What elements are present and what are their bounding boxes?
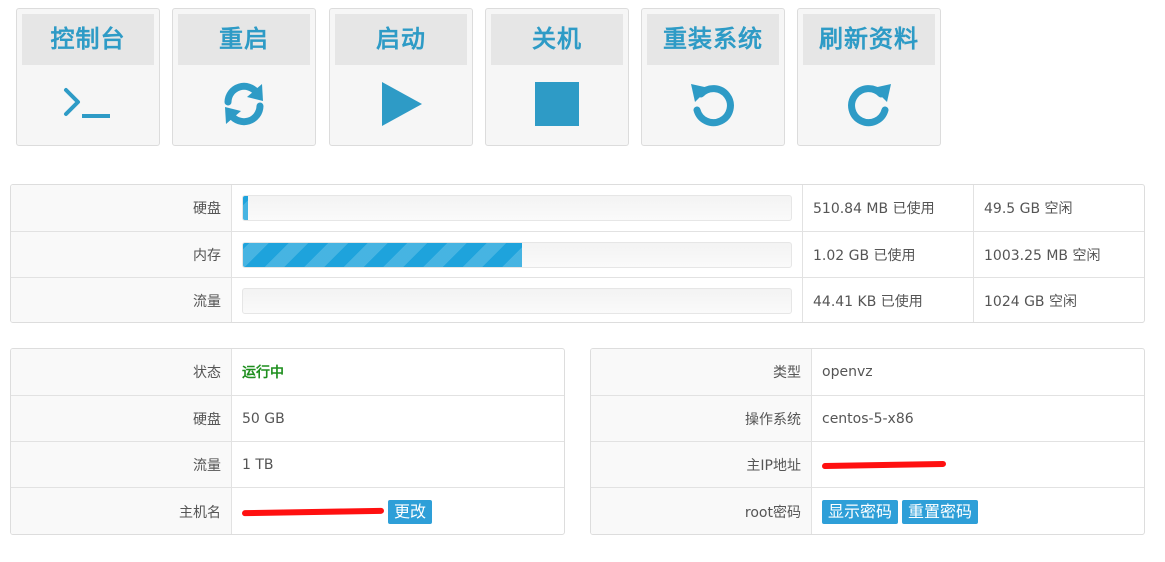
usage-bar-cell bbox=[232, 278, 803, 322]
usage-row-memory: 内存 1.02 GB 已使用 1003.25 MB 空闲 bbox=[11, 231, 1144, 277]
reinstall-button[interactable]: 重装系统 bbox=[641, 8, 785, 146]
usage-used: 510.84 MB 已使用 bbox=[803, 185, 974, 231]
usage-bar-cell bbox=[232, 185, 803, 231]
usage-row-traffic: 流量 44.41 KB 已使用 1024 GB 空闲 bbox=[11, 277, 1144, 322]
traffic-label: 流量 bbox=[11, 442, 232, 487]
usage-free: 1003.25 MB 空闲 bbox=[984, 247, 1101, 264]
type-label: 类型 bbox=[591, 349, 812, 395]
usage-free: 49.5 GB 空闲 bbox=[984, 201, 1073, 217]
usage-bar-cell bbox=[232, 232, 803, 277]
reinstall-button-label: 重装系统 bbox=[647, 14, 779, 65]
hostname-row: 主机名 更改 bbox=[11, 487, 564, 534]
hostname-label: 主机名 bbox=[11, 488, 232, 534]
console-button[interactable]: 控制台 bbox=[16, 8, 160, 146]
ip-label: 主IP地址 bbox=[591, 442, 812, 487]
traffic-usage-bar bbox=[242, 288, 792, 314]
show-password-button[interactable]: 显示密码 bbox=[822, 500, 899, 524]
disk-usage-bar bbox=[242, 195, 792, 221]
usage-label: 内存 bbox=[11, 232, 232, 277]
memory-usage-bar bbox=[242, 242, 792, 268]
os-value: centos-5-x86 bbox=[822, 410, 914, 427]
usage-free: 1024 GB 空闲 bbox=[984, 293, 1077, 310]
os-label: 操作系统 bbox=[591, 396, 812, 441]
terminal-icon bbox=[17, 79, 159, 129]
type-value: openvz bbox=[822, 364, 873, 380]
usage-table: 硬盘 510.84 MB 已使用 49.5 GB 空闲 内存 1.02 GB 已… bbox=[10, 184, 1145, 323]
refresh-icon bbox=[173, 79, 315, 129]
root-password-label: root密码 bbox=[591, 488, 812, 534]
start-button[interactable]: 启动 bbox=[329, 8, 473, 146]
usage-used: 44.41 KB 已使用 bbox=[803, 278, 974, 322]
hostname-redaction bbox=[241, 507, 385, 517]
shutdown-button-label: 关机 bbox=[491, 14, 623, 65]
os-row: 操作系统 centos-5-x86 bbox=[591, 395, 1144, 441]
console-button-label: 控制台 bbox=[22, 14, 154, 65]
usage-row-disk: 硬盘 510.84 MB 已使用 49.5 GB 空闲 bbox=[11, 185, 1144, 231]
change-hostname-button[interactable]: 更改 bbox=[388, 500, 433, 524]
type-row: 类型 openvz bbox=[591, 349, 1144, 395]
status-label: 状态 bbox=[11, 349, 232, 395]
restart-button[interactable]: 重启 bbox=[172, 8, 316, 146]
reset-password-button[interactable]: 重置密码 bbox=[902, 500, 979, 524]
refresh-info-button[interactable]: 刷新资料 bbox=[797, 8, 941, 146]
disk-row: 硬盘 50 GB bbox=[11, 395, 564, 441]
disk-label: 硬盘 bbox=[11, 396, 232, 441]
stop-icon bbox=[486, 79, 628, 129]
disk-value: 50 GB bbox=[242, 410, 285, 427]
redo-icon bbox=[798, 79, 940, 129]
ip-redaction bbox=[821, 460, 947, 469]
undo-icon bbox=[642, 79, 784, 129]
usage-used: 1.02 GB 已使用 bbox=[803, 232, 974, 277]
system-info-table: 类型 openvz 操作系统 centos-5-x86 主IP地址 root密码… bbox=[590, 348, 1145, 535]
ip-row: 主IP地址 bbox=[591, 441, 1144, 487]
status-row: 状态 运行中 bbox=[11, 349, 564, 395]
restart-button-label: 重启 bbox=[178, 14, 310, 65]
server-info-table: 状态 运行中 硬盘 50 GB 流量 1 TB 主机名 更改 bbox=[10, 348, 565, 535]
disk-usage-fill bbox=[243, 196, 249, 220]
start-button-label: 启动 bbox=[335, 14, 467, 65]
status-badge: 运行中 bbox=[242, 365, 284, 381]
shutdown-button[interactable]: 关机 bbox=[485, 8, 629, 146]
play-icon bbox=[330, 79, 472, 129]
refresh-info-button-label: 刷新资料 bbox=[803, 14, 935, 65]
usage-label: 流量 bbox=[11, 278, 232, 322]
traffic-value: 1 TB bbox=[242, 456, 274, 473]
usage-label: 硬盘 bbox=[11, 185, 232, 231]
root-password-row: root密码 显示密码 重置密码 bbox=[591, 487, 1144, 534]
traffic-row: 流量 1 TB bbox=[11, 441, 564, 487]
memory-usage-fill bbox=[243, 243, 523, 267]
